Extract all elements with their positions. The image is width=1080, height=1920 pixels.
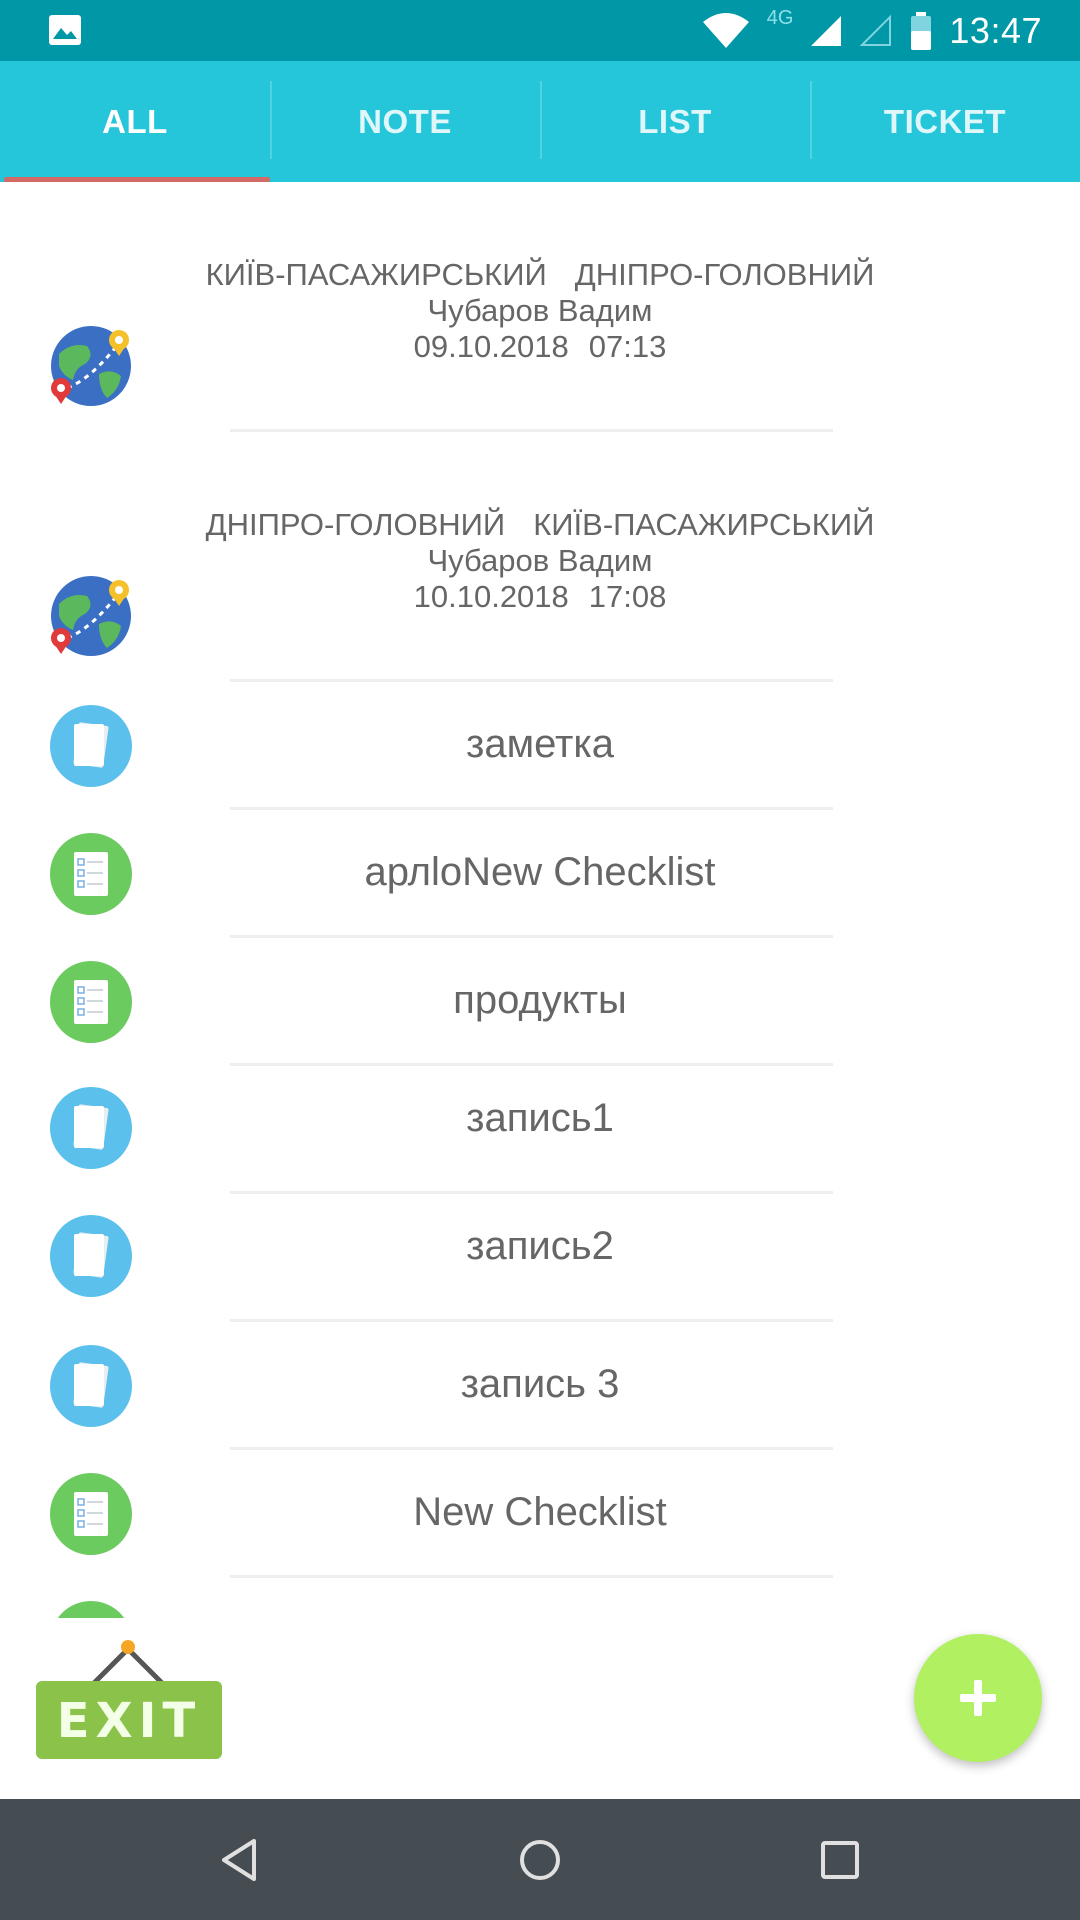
plus-icon-vertical (974, 1680, 982, 1716)
items-list[interactable]: КИЇВ-ПАСАЖИРСЬКИЙ ДНІПРО-ГОЛОВНИЙ Чубаров… (0, 182, 1080, 1618)
ticket-info: ДНІПРО-ГОЛОВНИЙ КИЇВ-ПАСАЖИРСЬКИЙ Чубаров… (160, 507, 920, 615)
signal-empty-icon (859, 14, 892, 46)
checklist-icon (50, 1473, 132, 1555)
ticket-from: КИЇВ-ПАСАЖИРСЬКИЙ (205, 257, 547, 292)
ticket-to: ДНІПРО-ГОЛОВНИЙ (574, 257, 875, 292)
tab-all[interactable]: ALL (0, 61, 270, 182)
globe-route-icon (51, 326, 131, 406)
list-item[interactable]: заметка (0, 682, 1080, 810)
signal-strength-icon (811, 15, 842, 46)
item-title: запись2 (466, 1224, 614, 1268)
tab-list[interactable]: LIST (540, 61, 810, 182)
ticket-passenger: Чубаров Вадим (427, 293, 653, 328)
note-icon (50, 1345, 132, 1427)
ticket-info: КИЇВ-ПАСАЖИРСЬКИЙ ДНІПРО-ГОЛОВНИЙ Чубаров… (160, 257, 920, 365)
item-title: продукты (453, 978, 627, 1022)
checklist-icon (57, 1601, 125, 1618)
checklist-icon (50, 833, 132, 915)
ticket-from: ДНІПРО-ГОЛОВНИЙ (205, 507, 506, 542)
ticket-time: 07:13 (588, 329, 667, 364)
list-item[interactable]: New Checklist (0, 1450, 1080, 1578)
list-item[interactable]: продукты (0, 938, 1080, 1066)
ticket-time: 17:08 (588, 579, 667, 614)
navigation-bar (0, 1799, 1080, 1920)
status-bar: 4G 13:47 (0, 0, 1080, 61)
ticket-route: ДНІПРО-ГОЛОВНИЙ КИЇВ-ПАСАЖИРСЬКИЙ (160, 507, 920, 543)
item-title: арлloNew Checklist (364, 850, 716, 894)
ticket-date: 09.10.2018 (413, 329, 569, 364)
list-item[interactable] (0, 1578, 1080, 1618)
tab-ticket[interactable]: TICKET (810, 61, 1080, 182)
back-icon[interactable] (216, 1835, 266, 1885)
network-type-label: 4G (766, 7, 794, 29)
list-item[interactable]: арлloNew Checklist (0, 810, 1080, 938)
item-title: заметка (466, 722, 614, 766)
gallery-notification-icon (49, 15, 81, 45)
list-item[interactable]: КИЇВ-ПАСАЖИРСЬКИЙ ДНІПРО-ГОЛОВНИЙ Чубаров… (0, 182, 1080, 432)
exit-label: EXIT (56, 1693, 202, 1749)
wifi-icon (702, 12, 749, 48)
checklist-icon (50, 961, 132, 1043)
item-title: New Checklist (413, 1490, 667, 1534)
ticket-route: КИЇВ-ПАСАЖИРСЬКИЙ ДНІПРО-ГОЛОВНИЙ (160, 257, 920, 293)
list-item[interactable]: запись 3 (0, 1322, 1080, 1450)
list-item[interactable]: запись2 (0, 1194, 1080, 1322)
battery-icon (911, 11, 932, 50)
add-button[interactable] (914, 1634, 1042, 1762)
tab-note[interactable]: NOTE (270, 61, 540, 182)
ticket-datetime: 10.10.2018 17:08 (160, 579, 920, 615)
clock: 13:47 (949, 9, 1042, 51)
note-icon (50, 1087, 132, 1169)
note-icon (50, 1215, 132, 1297)
home-icon[interactable] (515, 1835, 565, 1885)
list-item[interactable]: ДНІПРО-ГОЛОВНИЙ КИЇВ-ПАСАЖИРСЬКИЙ Чубаров… (0, 432, 1080, 682)
item-title: запись 3 (460, 1362, 620, 1406)
item-title: запись1 (466, 1096, 614, 1140)
globe-route-icon (51, 576, 131, 656)
ticket-to: КИЇВ-ПАСАЖИРСЬКИЙ (533, 507, 875, 542)
exit-button[interactable]: EXIT (36, 1633, 222, 1759)
ticket-datetime: 09.10.2018 07:13 (160, 329, 920, 365)
ticket-date: 10.10.2018 (413, 579, 569, 614)
tab-bar: ALL NOTE LIST TICKET (0, 61, 1080, 182)
recents-icon[interactable] (815, 1835, 865, 1885)
note-icon (50, 705, 132, 787)
list-item[interactable]: запись1 (0, 1066, 1080, 1194)
ticket-passenger: Чубаров Вадим (427, 543, 653, 578)
